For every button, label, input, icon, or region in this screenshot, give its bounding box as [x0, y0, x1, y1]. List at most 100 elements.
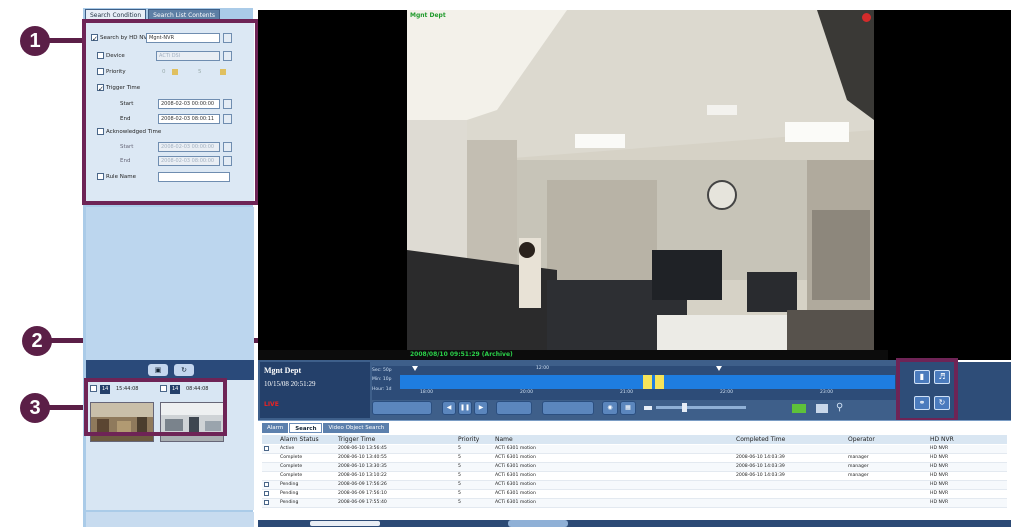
eye-icon[interactable]: ◉ [602, 401, 618, 415]
rewind-icon[interactable]: ◀ [442, 401, 456, 415]
cell-priority: 5 [458, 455, 461, 460]
print-icon[interactable] [816, 404, 828, 413]
row-checkbox[interactable] [264, 491, 269, 496]
speed-slider-thumb[interactable] [682, 403, 687, 412]
cell-name: ACTi 6301 motion [495, 455, 536, 460]
cell-trigger: 2008-06-09 17:55:40 [338, 500, 387, 505]
col-alarm-status[interactable]: Alarm Status [280, 436, 319, 443]
cell-priority: 5 [458, 491, 461, 496]
speed-slider[interactable] [656, 406, 746, 409]
speed-buttons[interactable] [372, 401, 432, 415]
cell-status: Pending [280, 500, 299, 505]
video-camera-title: Mgnt Dept [410, 12, 446, 19]
cell-priority: 5 [458, 446, 461, 451]
cell-operator: manager [848, 455, 869, 460]
cell-status: Active [280, 446, 295, 451]
cell-nvr: HD NVR [930, 491, 949, 496]
cell-trigger: 2008-06-10 13:10:22 [338, 473, 387, 478]
row-checkbox[interactable] [264, 500, 269, 505]
col-trigger-time[interactable]: Trigger Time [338, 436, 375, 443]
playhead-marker[interactable] [412, 366, 418, 371]
cell-operator: manager [848, 464, 869, 469]
cell-completed: 2008-06-10 14:03:39 [736, 455, 785, 460]
timeline-tick: 23:00 [820, 390, 833, 395]
cell-priority: 5 [458, 500, 461, 505]
camera-icon[interactable]: ▣ [148, 364, 168, 376]
table-row[interactable]: Complete 2008-06-10 13:30:35 5 ACTi 6301… [262, 463, 1007, 472]
playback-camera-name: Mgnt Dept [264, 366, 302, 375]
tab-search[interactable]: Search [289, 423, 323, 433]
forward-icon[interactable]: ▶ [474, 401, 488, 415]
layout-icon[interactable]: ▦ [620, 401, 636, 415]
search-condition-highlight [82, 19, 259, 205]
playhead-marker[interactable] [716, 366, 722, 371]
table-row[interactable]: Pending 2008-06-09 17:56:26 5 ACTi 6301 … [262, 481, 1007, 490]
cell-operator: manager [848, 473, 869, 478]
cell-nvr: HD NVR [930, 500, 949, 505]
cell-trigger: 2008-06-10 13:30:35 [338, 464, 387, 469]
timeline-tick: 18:00 [420, 390, 433, 395]
cell-completed: 2008-06-10 14:03:39 [736, 464, 785, 469]
cell-name: ACTi 6301 motion [495, 473, 536, 478]
playback-controls: ◀ ❚❚ ▶ ◉ ▦ ⚲ [372, 401, 896, 417]
key-icon[interactable] [644, 406, 652, 410]
cell-status: Complete [280, 464, 303, 469]
timeline-event-marker[interactable] [655, 375, 664, 389]
callout-1: 1 [20, 26, 50, 56]
cell-trigger: 2008-06-09 17:56:26 [338, 482, 387, 487]
status-field [310, 521, 380, 526]
left-status-bar [86, 512, 254, 527]
cell-trigger: 2008-06-09 17:56:10 [338, 491, 387, 496]
pause-icon[interactable]: ❚❚ [458, 401, 472, 415]
close-video-icon[interactable] [862, 13, 871, 22]
row-checkbox[interactable] [264, 446, 269, 451]
cell-name: ACTi 6301 motion [495, 500, 536, 505]
table-row[interactable]: Active 2008-06-10 13:56:45 5 ACTi 6301 m… [262, 445, 1007, 454]
cell-priority: 5 [458, 482, 461, 487]
callout-3: 3 [20, 393, 50, 423]
callout-3-line [48, 405, 88, 410]
table-row[interactable]: Complete 2008-06-10 13:10:22 5 ACTi 6301… [262, 472, 1007, 481]
timeline-row-sec: Sec: 50p [372, 368, 392, 373]
cell-priority: 5 [458, 464, 461, 469]
col-operator[interactable]: Operator [848, 436, 875, 443]
col-name[interactable]: Name [495, 436, 513, 443]
row-checkbox[interactable] [264, 482, 269, 487]
timeline-row-hour: Hour: 1d [372, 387, 392, 392]
goto-time-button[interactable] [542, 401, 594, 415]
step-buttons[interactable] [496, 401, 532, 415]
video-timestamp: 2008/08/10 09:51:29 (Archive) [410, 351, 513, 358]
cell-status: Pending [280, 491, 299, 496]
cell-name: ACTi 6301 motion [495, 464, 536, 469]
refresh-icon[interactable]: ↻ [174, 364, 194, 376]
timeline-tick: 21:00 [620, 390, 633, 395]
cell-nvr: HD NVR [930, 473, 949, 478]
bottom-status-bar [258, 520, 1011, 527]
cell-name: ACTi 6301 motion [495, 446, 536, 451]
tab-video-object-search[interactable]: Video Object Search [323, 423, 390, 433]
tab-alarm[interactable]: Alarm [262, 423, 289, 433]
live-label[interactable]: LIVE [264, 401, 279, 408]
cell-name: ACTi 6301 motion [495, 491, 536, 496]
table-row[interactable]: Pending 2008-06-09 17:56:10 5 ACTi 6301 … [262, 490, 1007, 499]
cell-nvr: HD NVR [930, 455, 949, 460]
thumbnails-highlight [84, 378, 227, 436]
col-priority[interactable]: Priority [458, 436, 479, 443]
cell-trigger: 2008-06-10 13:40:55 [338, 455, 387, 460]
col-completed-time[interactable]: Completed Time [736, 436, 785, 443]
export-icon[interactable] [792, 404, 806, 413]
cell-nvr: HD NVR [930, 464, 949, 469]
timeline-tick: 22:00 [720, 390, 733, 395]
cell-trigger: 2008-06-10 13:56:45 [338, 446, 387, 451]
left-empty-area [86, 207, 254, 360]
video-frame[interactable] [407, 10, 874, 360]
zoom-icon[interactable]: ⚲ [836, 402, 843, 413]
status-buttons[interactable] [508, 520, 568, 527]
callout-2: 2 [22, 326, 52, 356]
timeline-event-marker[interactable] [643, 375, 652, 389]
cell-name: ACTi 6301 motion [495, 482, 536, 487]
table-row[interactable]: Pending 2008-06-09 17:55:40 5 ACTi 6301 … [262, 499, 1007, 508]
cell-status: Pending [280, 482, 299, 487]
col-hd-nvr[interactable]: HD NVR [930, 436, 954, 443]
table-row[interactable]: Complete 2008-06-10 13:40:55 5 ACTi 6301… [262, 454, 1007, 463]
